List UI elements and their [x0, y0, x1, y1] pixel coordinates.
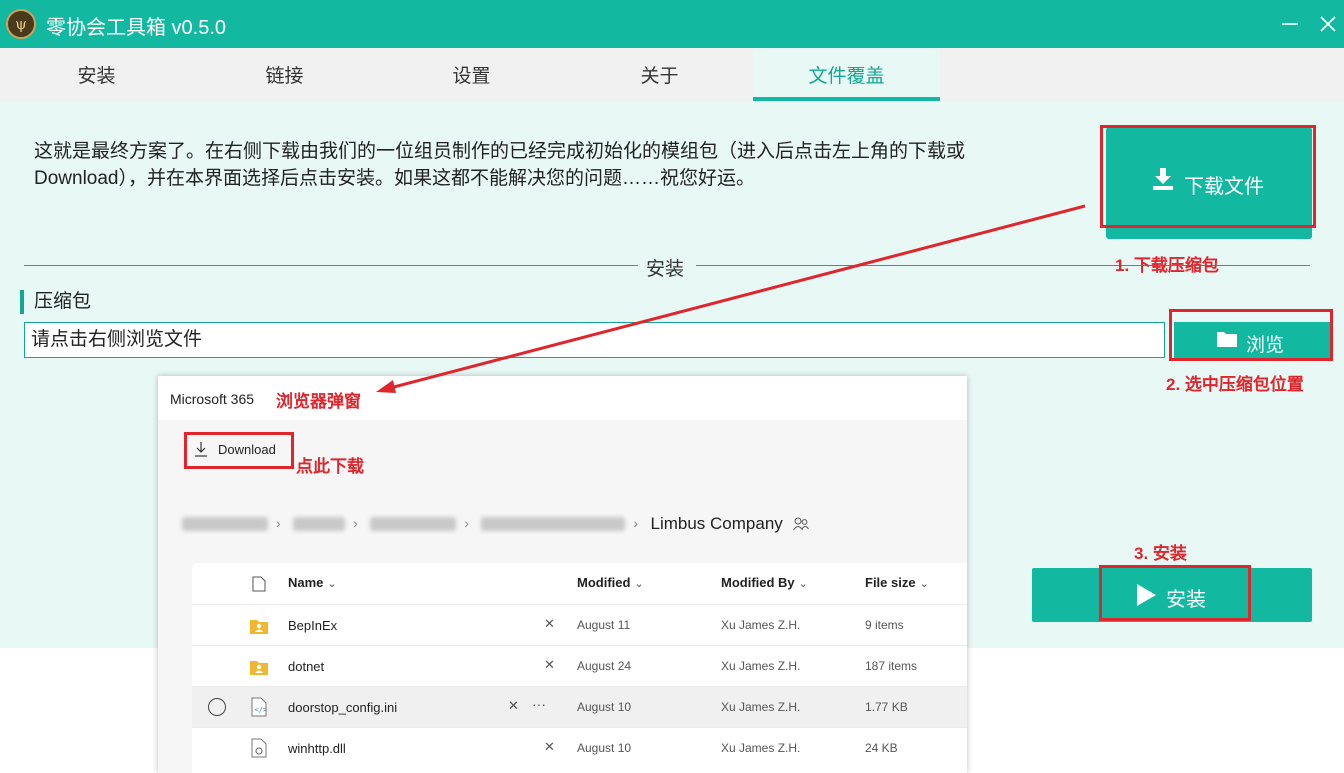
- file-name: BepInEx: [288, 618, 338, 633]
- pin-icon[interactable]: ✕: [508, 698, 519, 714]
- tab-links[interactable]: 链接: [191, 48, 378, 101]
- column-header-file-size[interactable]: File size ⌄: [865, 575, 929, 590]
- file-size: 24 KB: [865, 741, 898, 755]
- annotation-click-download: 点此下载: [296, 457, 364, 476]
- shared-folder-icon: [250, 661, 268, 675]
- file-modified-by: Xu James Z.H.: [721, 659, 801, 673]
- code-file-icon: </>: [251, 697, 268, 717]
- install-label: 安装: [1166, 589, 1206, 611]
- breadcrumb: › › › › Limbus Company: [182, 514, 810, 534]
- pin-icon[interactable]: ✕: [544, 739, 555, 755]
- column-header-name[interactable]: Name ⌄: [288, 575, 337, 590]
- pin-icon[interactable]: ✕: [544, 657, 555, 673]
- annotation-step-3: 3. 安装: [1134, 544, 1187, 563]
- file-name: dotnet: [288, 659, 325, 674]
- file-modified-by: Xu James Z.H.: [721, 700, 801, 714]
- title-bar: ψ 零协会工具箱 v0.5.0: [0, 0, 1344, 48]
- browse-label: 浏览: [1246, 335, 1285, 356]
- file-size: 9 items: [865, 618, 904, 632]
- close-button[interactable]: [1314, 10, 1342, 38]
- file-size: 1.77 KB: [865, 700, 908, 714]
- archive-path-input[interactable]: [24, 322, 1165, 358]
- file-modified: August 24: [577, 659, 632, 673]
- app-logo-icon: ψ: [6, 9, 36, 39]
- close-icon: [1320, 16, 1336, 32]
- annotation-step-1: 1. 下载压缩包: [1115, 256, 1219, 275]
- file-table: Name ⌄ Modified ⌄ Modified By ⌄ File size ⌄ …: [192, 563, 967, 773]
- browse-button[interactable]: 浏览: [1174, 322, 1330, 358]
- file-modified-by: Xu James Z.H.: [721, 618, 801, 632]
- window-title: 零协会工具箱 v0.5.0: [46, 17, 227, 39]
- shared-people-icon: [793, 517, 810, 531]
- file-modified: August 10: [577, 741, 632, 755]
- breadcrumb-current: Limbus Company: [650, 514, 783, 533]
- file-size: 187 items: [865, 659, 918, 673]
- settings-file-icon: [251, 738, 267, 758]
- download-file-button[interactable]: 下载文件: [1106, 127, 1312, 239]
- folder-icon: [1217, 332, 1237, 347]
- breadcrumb-blurred-item: [293, 517, 346, 531]
- app-window: ψ 零协会工具箱 v0.5.0 安装 链接 设置 关于 文件覆盖 这就是最终方案…: [0, 0, 1344, 773]
- file-modified: August 11: [577, 618, 631, 632]
- shared-folder-icon: [250, 620, 268, 634]
- browser-popup-screenshot: Microsoft 365 Download › › › › Limbus Co…: [158, 376, 967, 773]
- section-title: 安装: [646, 259, 685, 280]
- column-header-modified[interactable]: Modified ⌄: [577, 575, 644, 590]
- table-row[interactable]: dotnet ✕ August 24 Xu James Z.H. 187 ite…: [192, 645, 967, 686]
- annotation-popup: 浏览器弹窗: [276, 392, 361, 411]
- table-row[interactable]: BepInEx ✕ August 11 Xu James Z.H. 9 item…: [192, 604, 967, 645]
- play-icon: [1137, 584, 1156, 606]
- download-icon: [1153, 168, 1173, 190]
- tab-settings[interactable]: 设置: [378, 48, 565, 101]
- table-row[interactable]: winhttp.dll ✕ August 10 Xu James Z.H. 24…: [192, 727, 967, 768]
- popup-download-label: Download: [218, 442, 276, 457]
- file-modified: August 10: [577, 700, 632, 714]
- archive-field-label: 压缩包: [20, 290, 91, 314]
- select-radio[interactable]: [208, 698, 226, 716]
- section-divider-left: [24, 265, 638, 266]
- download-file-label: 下载文件: [1184, 176, 1264, 198]
- breadcrumb-blurred-item: [370, 517, 457, 531]
- column-header-modified-by[interactable]: Modified By ⌄: [721, 575, 808, 590]
- table-row[interactable]: </> doorstop_config.ini ✕ ··· August 10 …: [192, 686, 967, 727]
- pin-icon[interactable]: ✕: [544, 616, 555, 632]
- file-name: winhttp.dll: [288, 741, 346, 756]
- download-arrow-icon: [195, 442, 207, 457]
- file-modified-by: Xu James Z.H.: [721, 741, 801, 755]
- file-name: doorstop_config.ini: [288, 700, 398, 715]
- install-button[interactable]: 安装: [1032, 568, 1312, 622]
- tab-install[interactable]: 安装: [3, 48, 190, 101]
- file-type-header-icon: [252, 576, 266, 592]
- tab-about[interactable]: 关于: [566, 48, 753, 101]
- annotation-step-2: 2. 选中压缩包位置: [1166, 375, 1304, 394]
- microsoft-365-brand: Microsoft 365: [170, 391, 255, 407]
- minimize-icon: [1282, 23, 1298, 25]
- tab-bar: 安装 链接 设置 关于 文件覆盖: [0, 48, 1344, 101]
- more-options-icon[interactable]: ···: [532, 696, 546, 712]
- minimize-button[interactable]: [1276, 10, 1304, 38]
- svg-text:</>: </>: [255, 706, 268, 714]
- description-text: 这就是最终方案了。在右侧下载由我们的一位组员制作的已经完成初始化的模组包（进入后…: [34, 141, 966, 189]
- breadcrumb-blurred-item: [481, 517, 626, 531]
- breadcrumb-blurred-item: [182, 517, 268, 531]
- tab-file-override[interactable]: 文件覆盖: [753, 48, 940, 101]
